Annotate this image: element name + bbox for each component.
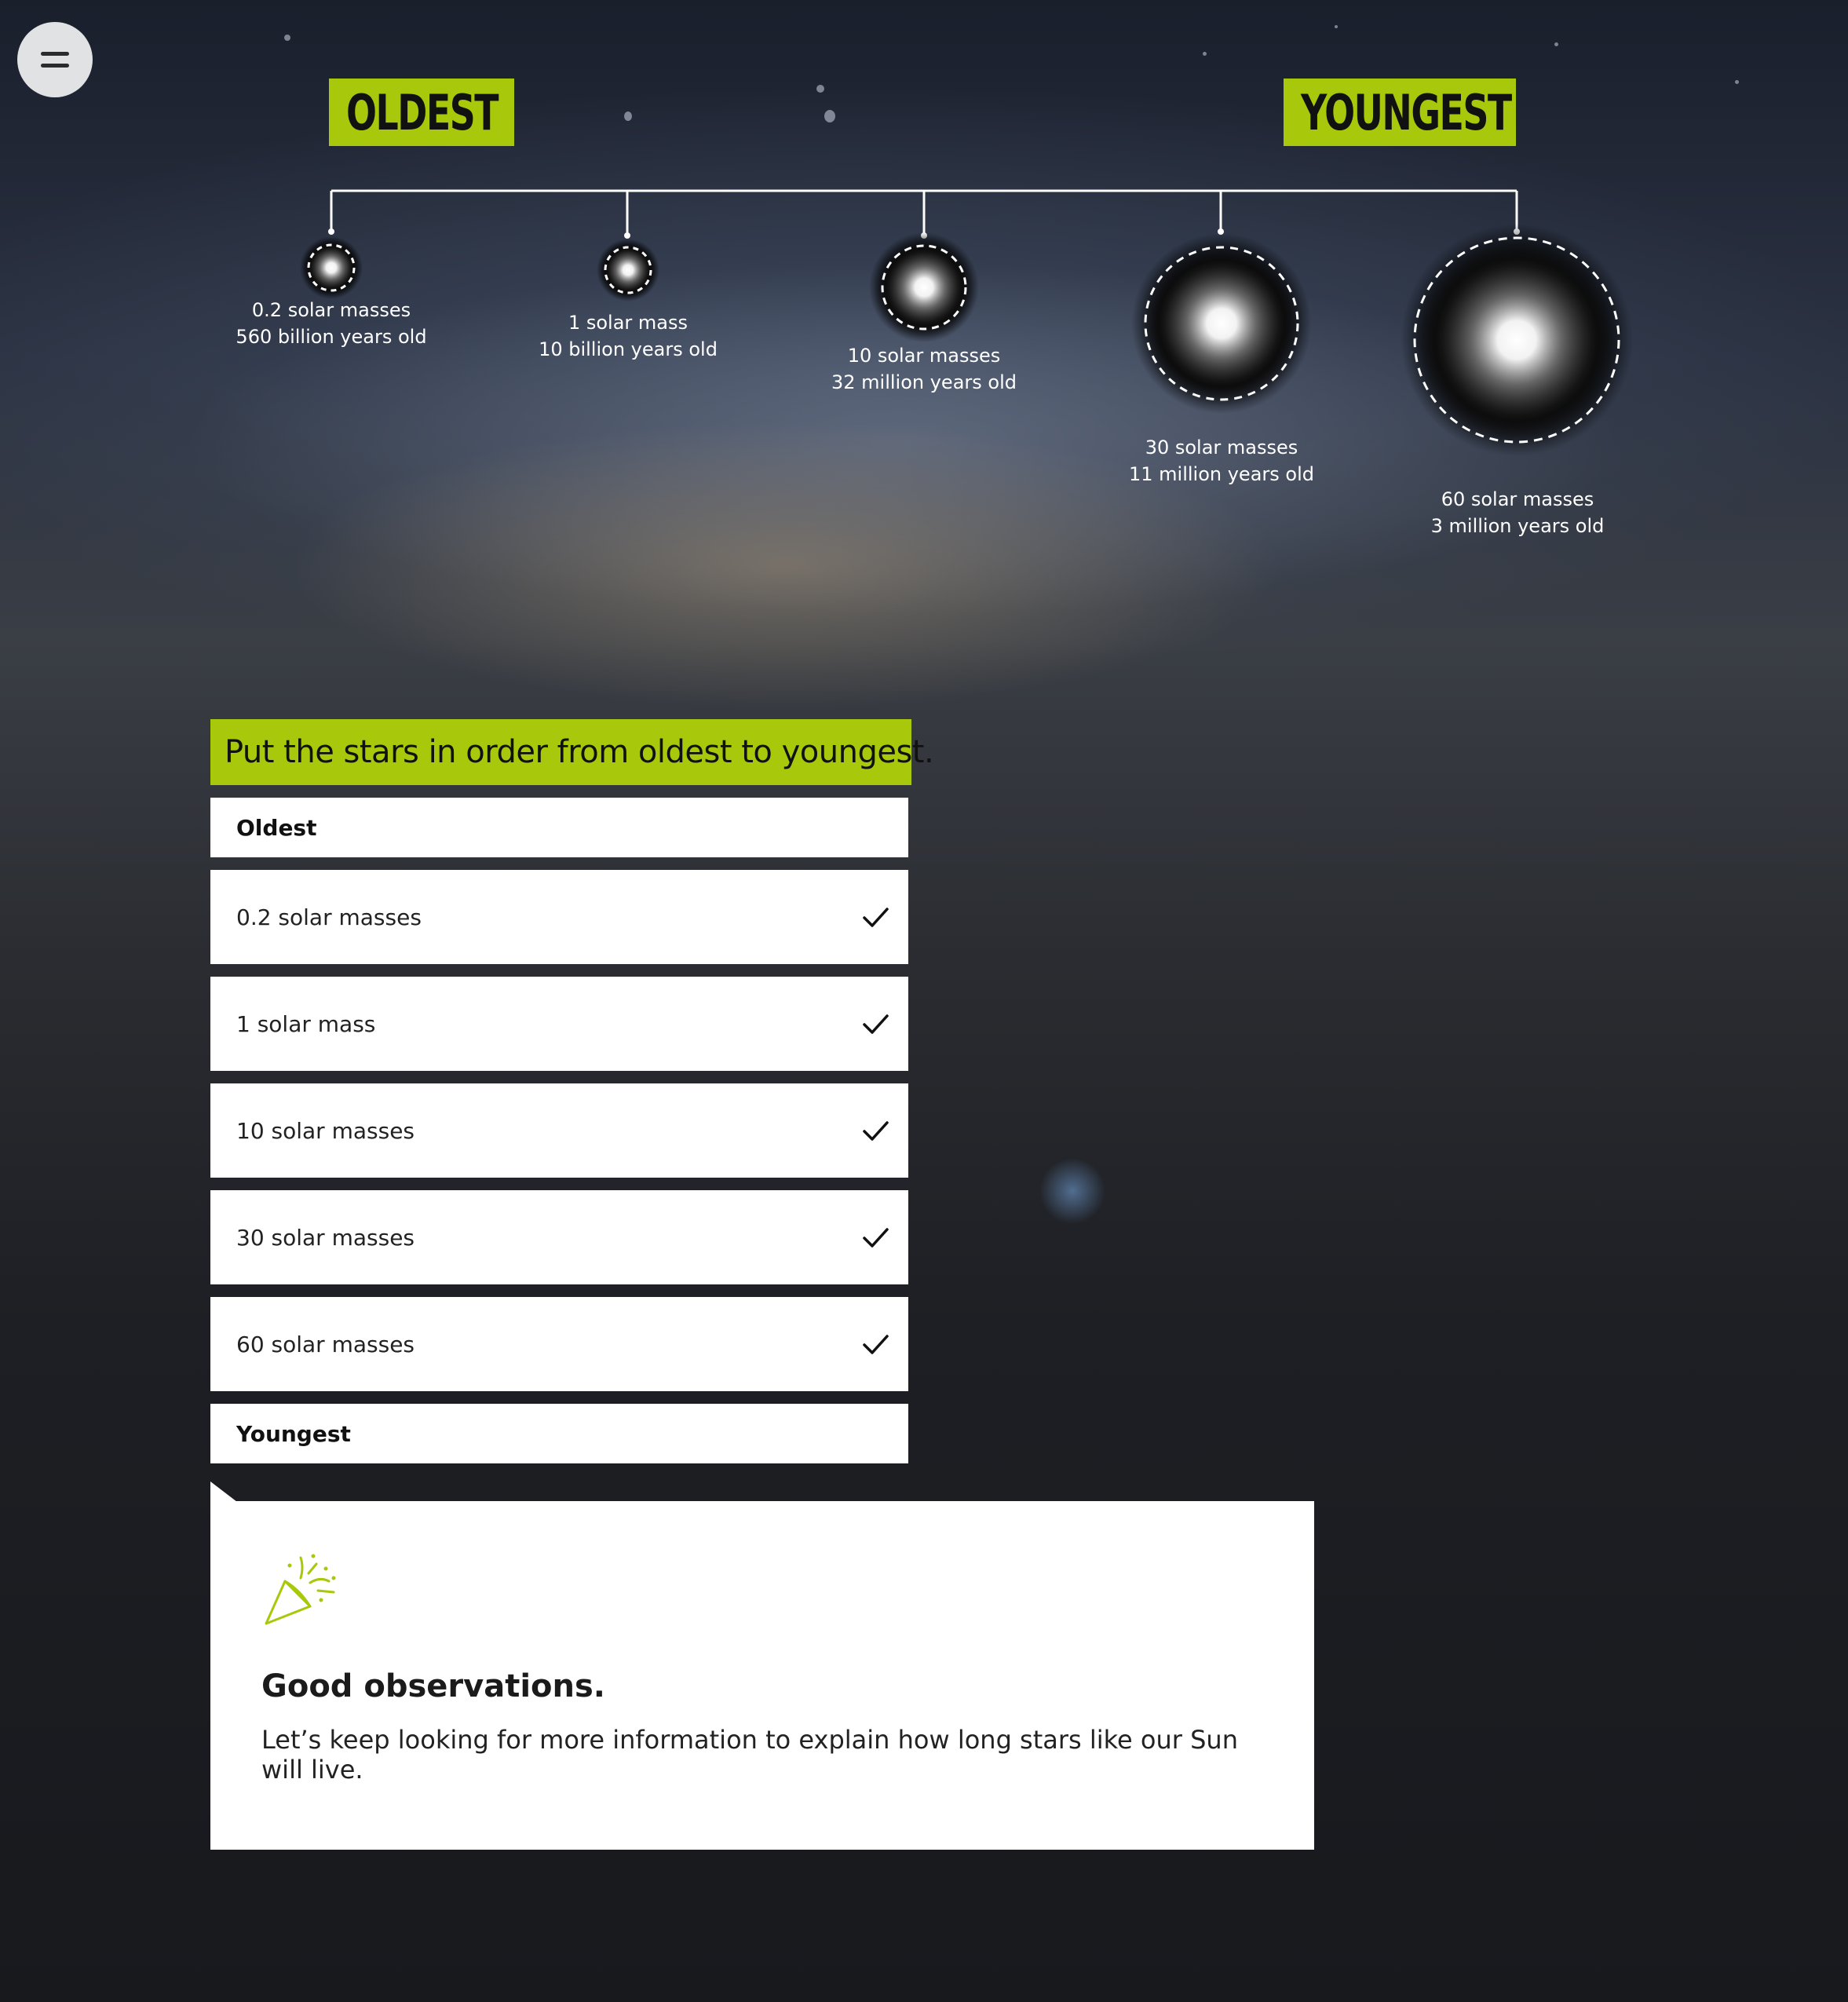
item-label: 10 solar masses	[236, 1117, 415, 1144]
star-label-3: 10 solar masses 32 million years old	[798, 342, 1050, 396]
star-mass: 10 solar masses	[847, 345, 1001, 367]
feedback-body: Let’s keep looking for more information …	[261, 1725, 1238, 1785]
sortable-item[interactable]: 1 solar mass	[210, 977, 908, 1071]
timeline-node	[328, 228, 334, 235]
star-60-solar-masses	[1401, 224, 1633, 456]
star-mass: 1 solar mass	[568, 312, 688, 334]
item-label: 1 solar mass	[236, 1010, 376, 1037]
checkmark-icon	[863, 1228, 889, 1248]
star-1-solar-mass	[597, 239, 659, 301]
timeline-node	[624, 232, 630, 239]
star-label-1: 0.2 solar masses 560 billion years old	[206, 297, 457, 350]
sortable-item[interactable]: 10 solar masses	[210, 1083, 908, 1178]
star-age: 560 billion years old	[236, 326, 427, 348]
checkmark-icon	[863, 908, 889, 927]
star-mass: 0.2 solar masses	[251, 299, 411, 321]
star-0-2-solar-masses	[300, 236, 363, 299]
star-label-5: 60 solar masses 3 million years old	[1392, 486, 1643, 539]
timeline-connector	[330, 189, 1518, 236]
star-mass: 60 solar masses	[1441, 488, 1594, 510]
checkmark-icon	[863, 1335, 889, 1354]
feedback-title: Good observations.	[261, 1668, 605, 1704]
feedback-panel: Good observations. Let’s keep looking fo…	[210, 1501, 1314, 1850]
star-mass: 30 solar masses	[1145, 437, 1298, 458]
party-popper-icon	[265, 1554, 336, 1625]
star-age: 11 million years old	[1128, 463, 1314, 485]
item-label: 60 solar masses	[236, 1331, 415, 1357]
sortable-item[interactable]: 30 solar masses	[210, 1190, 908, 1284]
sortable-item[interactable]: 60 solar masses	[210, 1297, 908, 1391]
task-prompt: Put the stars in order from oldest to yo…	[225, 734, 934, 770]
star-age: 10 billion years old	[539, 338, 718, 360]
star-label-4: 30 solar masses 11 million years old	[1096, 434, 1347, 488]
task-prompt-banner: Put the stars in order from oldest to yo…	[210, 719, 934, 785]
oldest-endcap: Oldest	[210, 798, 908, 857]
feedback-notch	[210, 1481, 237, 1502]
star-label-2: 1 solar mass 10 billion years old	[502, 309, 754, 363]
item-label: 0.2 solar masses	[236, 904, 422, 930]
checkmark-icon	[863, 1121, 889, 1141]
youngest-endcap: Youngest	[210, 1404, 908, 1463]
ordering-list: Oldest 0.2 solar masses 1 solar mass 10 …	[210, 798, 908, 1463]
star-10-solar-masses	[869, 232, 979, 342]
star-age: 32 million years old	[831, 371, 1017, 393]
star-age: 3 million years old	[1430, 515, 1605, 537]
star-30-solar-masses	[1131, 233, 1312, 414]
item-label: 30 solar masses	[236, 1224, 415, 1251]
checkmark-icon	[863, 1014, 889, 1034]
sortable-item[interactable]: 0.2 solar masses	[210, 870, 908, 964]
